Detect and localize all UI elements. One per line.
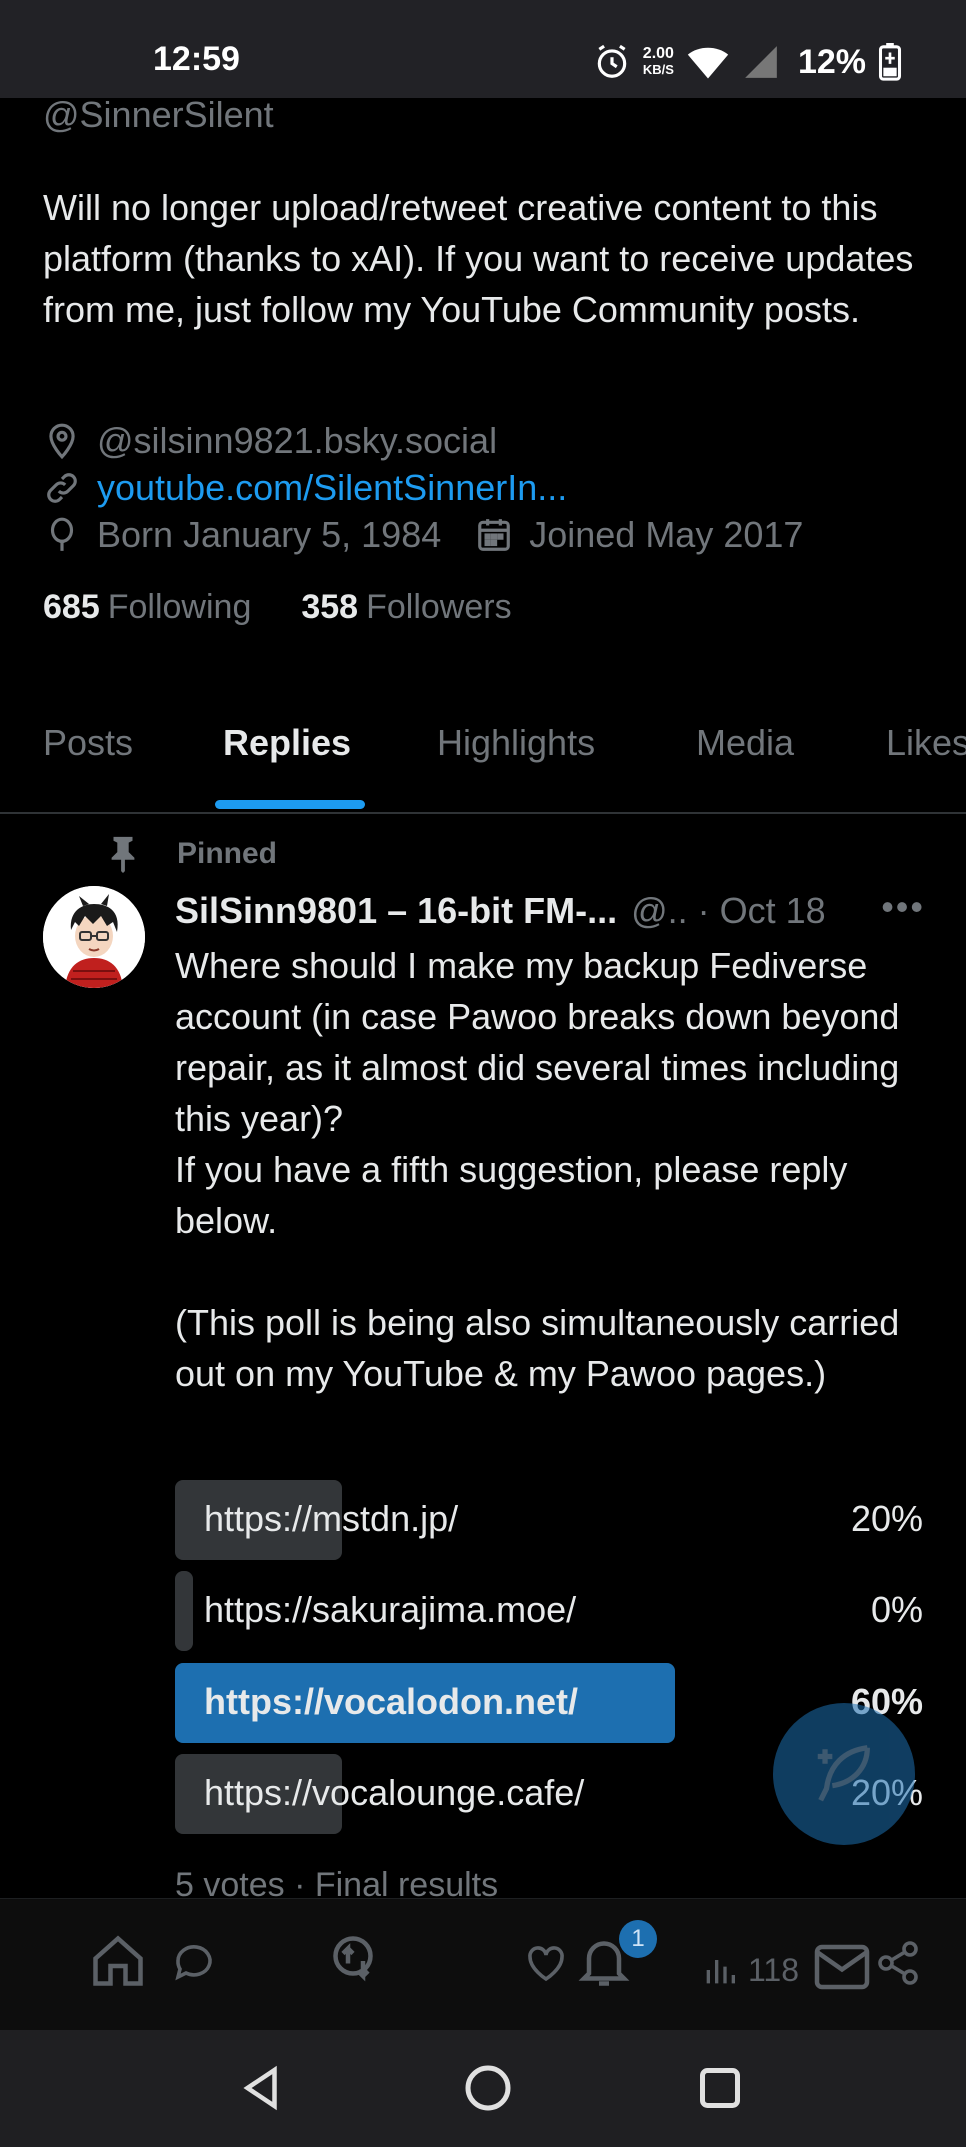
- reply-icon: [175, 1945, 212, 1981]
- post-text: Where should I make my backup Fediverse …: [175, 945, 900, 1394]
- envelope-icon: [814, 1944, 870, 1990]
- like-button[interactable]: [522, 1939, 570, 1992]
- status-bar: 12:59 2.00 KB/S 12%: [0, 0, 966, 98]
- tab-media[interactable]: Media: [696, 722, 794, 764]
- share-icon: [878, 1941, 918, 1985]
- poll-option-label: https://sakurajima.moe/: [204, 1589, 577, 1630]
- recents-square-icon: [700, 2068, 740, 2108]
- avatar-image: [43, 886, 145, 988]
- share-button[interactable]: [874, 1939, 922, 1992]
- pin-icon: [111, 836, 135, 873]
- followers-stat[interactable]: 358 Followers: [301, 588, 511, 627]
- poll-option: https://mstdn.jp/20%: [175, 1480, 923, 1560]
- follow-stats: 685 Following 358 Followers: [43, 588, 512, 627]
- home-circle-icon: [465, 2065, 511, 2111]
- status-icons: 2.00 KB/S 12%: [593, 40, 902, 84]
- balloon-icon: [50, 517, 74, 551]
- back-triangle-icon: [243, 2065, 277, 2111]
- profile-joined: Joined May 2017: [529, 514, 804, 555]
- reply-button[interactable]: [170, 1939, 218, 1992]
- compose-button[interactable]: [773, 1703, 915, 1845]
- post-author-handle-date: @.. · Oct 18: [631, 890, 826, 931]
- battery-percent: 12%: [797, 42, 866, 81]
- recents-button[interactable]: [690, 2058, 750, 2123]
- compose-feather-icon: [817, 1745, 870, 1802]
- following-stat[interactable]: 685 Following: [43, 588, 251, 627]
- wifi-icon: [687, 47, 729, 79]
- profile-bio: Will no longer upload/retweet creative c…: [43, 187, 914, 330]
- profile-link[interactable]: youtube.com/SilentSinnerIn...: [97, 467, 567, 509]
- tab-replies[interactable]: Replies: [223, 722, 351, 764]
- calendar-icon: [478, 519, 511, 551]
- share-to-dm-button[interactable]: [812, 1937, 872, 2002]
- profile-born: Born January 5, 1984: [97, 514, 442, 555]
- poll-option-label: https://vocalodon.net/: [204, 1681, 578, 1722]
- back-button[interactable]: [234, 2058, 288, 2123]
- poll-option: https://sakurajima.moe/0%: [175, 1571, 923, 1651]
- pinned-indicator: Pinned: [107, 835, 277, 873]
- analytics-bar-icon: [706, 1960, 735, 1984]
- notification-badge: 1: [619, 1920, 657, 1958]
- pinned-label: Pinned: [177, 837, 278, 870]
- more-options-icon[interactable]: •••: [881, 886, 925, 928]
- poll-option-percent: 0%: [870, 1589, 923, 1630]
- profile-handle: @SinnerSilent: [43, 94, 274, 135]
- retweet-icon: [333, 1936, 373, 1982]
- battery-charging-icon: [878, 43, 902, 81]
- avatar[interactable]: [43, 886, 145, 988]
- profile-location-row: @silsinn9821.bsky.social: [43, 420, 497, 462]
- tab-posts[interactable]: Posts: [43, 722, 133, 764]
- system-navigation-bar: [0, 2030, 966, 2147]
- location-pin-icon: [49, 423, 75, 460]
- home-nav-button[interactable]: [458, 2058, 518, 2123]
- profile-link-row[interactable]: youtube.com/SilentSinnerIn...: [43, 467, 567, 509]
- active-tab-indicator: [215, 800, 365, 809]
- post-author-name[interactable]: SilSinn9801 – 16-bit FM-...: [175, 890, 617, 932]
- link-icon: [47, 473, 77, 503]
- poll-option-bar: [175, 1571, 193, 1651]
- post-header: SilSinn9801 – 16-bit FM-... @.. · Oct 18…: [175, 886, 925, 936]
- alarm-icon: [597, 44, 627, 78]
- retweet-button[interactable]: [328, 1931, 388, 1996]
- heart-icon: [528, 1946, 564, 1982]
- profile-location: @silsinn9821.bsky.social: [97, 420, 498, 461]
- tab-likes[interactable]: Likes: [886, 722, 966, 764]
- profile-tabs: Posts Replies Highlights Media Likes: [0, 690, 966, 814]
- poll-option-label: https://mstdn.jp/: [204, 1498, 459, 1539]
- status-time: 12:59: [153, 40, 240, 78]
- poll-option-percent: 20%: [850, 1498, 923, 1539]
- home-button[interactable]: [88, 1931, 148, 1996]
- poll-option-label: https://vocalounge.cafe/: [204, 1772, 585, 1813]
- views-count[interactable]: 118: [700, 1950, 799, 1990]
- tab-highlights[interactable]: Highlights: [437, 722, 595, 764]
- profile-dates-row: Born January 5, 1984 Joined May 2017: [43, 514, 803, 556]
- home-icon: [93, 1935, 143, 1986]
- cell-signal-icon: [745, 46, 777, 78]
- network-speed: 2.00 KB/S: [642, 45, 674, 78]
- post-action-bar: [0, 1898, 966, 2030]
